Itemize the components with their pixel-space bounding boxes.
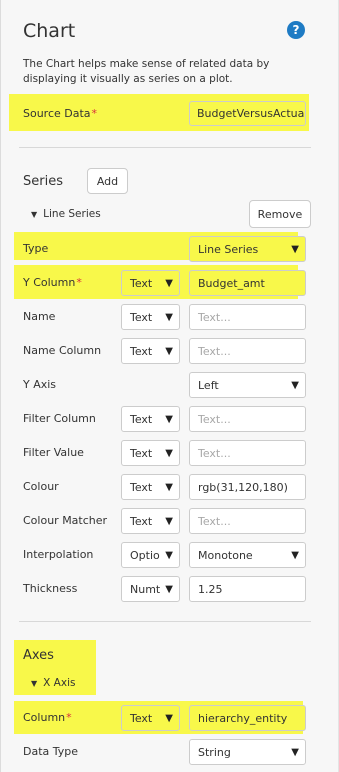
caret-down-icon: ▼ bbox=[291, 550, 299, 561]
filter-value-mode-select[interactable]: Text ▼ bbox=[121, 440, 180, 466]
thickness-input[interactable]: 1.25 bbox=[189, 576, 306, 602]
column-mode-select[interactable]: Text ▼ bbox=[121, 705, 180, 731]
filter-column-label: Filter Column bbox=[23, 412, 96, 425]
caret-down-icon: ▼ bbox=[165, 550, 173, 561]
help-icon[interactable]: ? bbox=[287, 21, 305, 39]
interpolation-mode-select[interactable]: Optio ▼ bbox=[121, 542, 180, 568]
caret-down-icon: ▼ bbox=[165, 482, 173, 493]
type-label: Type bbox=[23, 242, 49, 255]
panel-description: The Chart helps make sense of related da… bbox=[23, 58, 270, 85]
caret-down-icon: ▼ bbox=[31, 210, 38, 219]
required-mark: * bbox=[76, 276, 82, 289]
interpolation-label: Interpolation bbox=[23, 548, 94, 561]
name-column-label: Name Column bbox=[23, 344, 102, 357]
source-data-input[interactable]: BudgetVersusActual bbox=[189, 101, 306, 126]
y-axis-select[interactable]: Left ▼ bbox=[189, 372, 306, 398]
data-type-select[interactable]: String ▼ bbox=[189, 739, 306, 765]
caret-down-icon: ▼ bbox=[291, 747, 299, 758]
caret-down-icon: ▼ bbox=[165, 448, 173, 459]
caret-down-icon: ▼ bbox=[165, 713, 173, 724]
name-label: Name bbox=[23, 310, 56, 323]
add-series-button[interactable]: Add bbox=[87, 168, 128, 194]
thickness-mode-select[interactable]: Numt ▼ bbox=[121, 576, 180, 602]
filter-value-input[interactable]: Text... bbox=[189, 440, 306, 466]
column-input[interactable]: hierarchy_entity bbox=[189, 705, 306, 731]
type-select[interactable]: Line Series ▼ bbox=[189, 236, 306, 262]
colour-matcher-input[interactable]: Text... bbox=[189, 508, 306, 534]
caret-down-icon: ▼ bbox=[291, 244, 299, 255]
caret-down-icon: ▼ bbox=[165, 584, 173, 595]
y-column-label: Y Column* bbox=[23, 276, 82, 289]
colour-input[interactable]: rgb(31,120,180) bbox=[189, 474, 306, 500]
colour-matcher-label: Colour Matcher bbox=[23, 514, 108, 527]
caret-down-icon: ▼ bbox=[165, 516, 173, 527]
caret-down-icon: ▼ bbox=[165, 346, 173, 357]
source-data-label: Source Data* bbox=[23, 107, 98, 120]
colour-mode-select[interactable]: Text ▼ bbox=[121, 474, 180, 500]
name-column-mode-select[interactable]: Text ▼ bbox=[121, 338, 180, 364]
data-type-label: Data Type bbox=[23, 745, 79, 758]
colour-label: Colour bbox=[23, 480, 59, 493]
caret-down-icon: ▼ bbox=[165, 278, 173, 289]
name-mode-select[interactable]: Text ▼ bbox=[121, 304, 180, 330]
filter-value-label: Filter Value bbox=[23, 446, 84, 459]
caret-down-icon: ▼ bbox=[31, 679, 38, 688]
y-column-input[interactable]: Budget_amt bbox=[189, 270, 306, 296]
interpolation-select[interactable]: Monotone ▼ bbox=[189, 542, 306, 568]
y-axis-label: Y Axis bbox=[23, 378, 57, 391]
divider bbox=[19, 621, 311, 622]
thickness-label: Thickness bbox=[23, 582, 78, 595]
required-mark: * bbox=[91, 107, 98, 120]
name-column-input[interactable]: Text... bbox=[189, 338, 306, 364]
axes-heading: Axes bbox=[23, 648, 54, 663]
x-axis-toggle[interactable]: ▼ X Axis bbox=[31, 677, 75, 689]
caret-down-icon: ▼ bbox=[291, 380, 299, 391]
name-input[interactable]: Text... bbox=[189, 304, 306, 330]
y-column-mode-select[interactable]: Text ▼ bbox=[121, 270, 180, 296]
colour-matcher-mode-select[interactable]: Text ▼ bbox=[121, 508, 180, 534]
column-label: Column* bbox=[23, 711, 72, 724]
caret-down-icon: ▼ bbox=[165, 414, 173, 425]
caret-down-icon: ▼ bbox=[165, 312, 173, 323]
series-heading: Series bbox=[23, 174, 63, 189]
chart-properties-panel: Chart ? The Chart helps make sense of re… bbox=[0, 0, 339, 772]
required-mark: * bbox=[66, 711, 72, 724]
remove-series-button[interactable]: Remove bbox=[249, 200, 311, 228]
filter-column-input[interactable]: Text... bbox=[189, 406, 306, 432]
line-series-toggle[interactable]: ▼ Line Series bbox=[31, 208, 101, 220]
divider bbox=[19, 147, 311, 148]
panel-title: Chart bbox=[23, 20, 76, 42]
filter-column-mode-select[interactable]: Text ▼ bbox=[121, 406, 180, 432]
